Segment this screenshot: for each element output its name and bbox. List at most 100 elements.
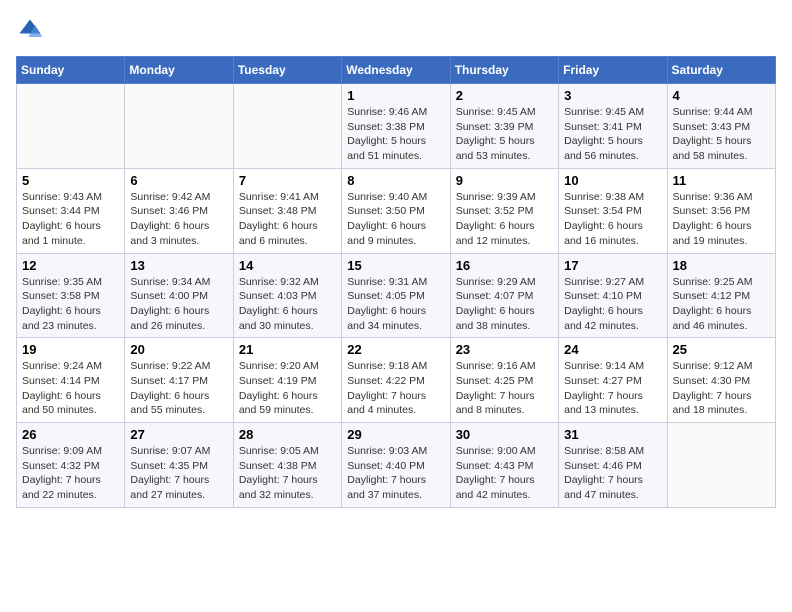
day-number: 18 [673,258,770,273]
day-number: 11 [673,173,770,188]
day-number: 7 [239,173,336,188]
day-info: Sunrise: 9:27 AM Sunset: 4:10 PM Dayligh… [564,275,661,334]
calendar-cell: 4 Sunrise: 9:44 AM Sunset: 3:43 PM Daylig… [667,84,775,169]
weekday-header-saturday: Saturday [667,57,775,84]
day-info: Sunrise: 9:44 AM Sunset: 3:43 PM Dayligh… [673,105,770,164]
calendar-cell: 19 Sunrise: 9:24 AM Sunset: 4:14 PM Dayli… [17,338,125,423]
day-number: 16 [456,258,553,273]
calendar-cell: 29 Sunrise: 9:03 AM Sunset: 4:40 PM Dayli… [342,423,450,508]
calendar-cell: 26 Sunrise: 9:09 AM Sunset: 4:32 PM Dayli… [17,423,125,508]
day-number: 29 [347,427,444,442]
day-number: 24 [564,342,661,357]
day-info: Sunrise: 9:45 AM Sunset: 3:39 PM Dayligh… [456,105,553,164]
calendar-cell: 22 Sunrise: 9:18 AM Sunset: 4:22 PM Dayli… [342,338,450,423]
calendar-cell: 18 Sunrise: 9:25 AM Sunset: 4:12 PM Dayli… [667,253,775,338]
day-info: Sunrise: 9:32 AM Sunset: 4:03 PM Dayligh… [239,275,336,334]
calendar-cell: 30 Sunrise: 9:00 AM Sunset: 4:43 PM Dayli… [450,423,558,508]
calendar-cell: 16 Sunrise: 9:29 AM Sunset: 4:07 PM Dayli… [450,253,558,338]
calendar-cell: 5Sunrise: 9:43 AM Sunset: 3:44 PM Daylig… [17,168,125,253]
calendar-cell: 3 Sunrise: 9:45 AM Sunset: 3:41 PM Daylig… [559,84,667,169]
calendar-cell: 1Sunrise: 9:46 AM Sunset: 3:38 PM Daylig… [342,84,450,169]
day-number: 6 [130,173,227,188]
day-number: 13 [130,258,227,273]
logo-icon [16,16,44,44]
day-number: 20 [130,342,227,357]
calendar-cell: 6 Sunrise: 9:42 AM Sunset: 3:46 PM Daylig… [125,168,233,253]
week-row-2: 5Sunrise: 9:43 AM Sunset: 3:44 PM Daylig… [17,168,776,253]
calendar-cell: 27Sunrise: 9:07 AM Sunset: 4:35 PM Dayli… [125,423,233,508]
day-info: Sunrise: 9:20 AM Sunset: 4:19 PM Dayligh… [239,359,336,418]
day-info: Sunrise: 9:05 AM Sunset: 4:38 PM Dayligh… [239,444,336,503]
calendar-table: SundayMondayTuesdayWednesdayThursdayFrid… [16,56,776,508]
calendar-cell [125,84,233,169]
day-number: 15 [347,258,444,273]
calendar-cell: 8 Sunrise: 9:40 AM Sunset: 3:50 PM Daylig… [342,168,450,253]
calendar-cell: 24 Sunrise: 9:14 AM Sunset: 4:27 PM Dayli… [559,338,667,423]
day-number: 3 [564,88,661,103]
day-number: 31 [564,427,661,442]
weekday-header-monday: Monday [125,57,233,84]
week-row-3: 12Sunrise: 9:35 AM Sunset: 3:58 PM Dayli… [17,253,776,338]
day-info: Sunrise: 9:03 AM Sunset: 4:40 PM Dayligh… [347,444,444,503]
calendar-cell [233,84,341,169]
calendar-cell: 20 Sunrise: 9:22 AM Sunset: 4:17 PM Dayli… [125,338,233,423]
day-number: 5 [22,173,119,188]
day-info: Sunrise: 9:25 AM Sunset: 4:12 PM Dayligh… [673,275,770,334]
calendar-cell: 7 Sunrise: 9:41 AM Sunset: 3:48 PM Daylig… [233,168,341,253]
day-info: Sunrise: 9:14 AM Sunset: 4:27 PM Dayligh… [564,359,661,418]
day-info: Sunrise: 9:00 AM Sunset: 4:43 PM Dayligh… [456,444,553,503]
calendar-cell: 28 Sunrise: 9:05 AM Sunset: 4:38 PM Dayli… [233,423,341,508]
calendar-cell [667,423,775,508]
calendar-cell: 15 Sunrise: 9:31 AM Sunset: 4:05 PM Dayli… [342,253,450,338]
day-number: 19 [22,342,119,357]
day-number: 17 [564,258,661,273]
day-info: Sunrise: 9:40 AM Sunset: 3:50 PM Dayligh… [347,190,444,249]
calendar-cell: 14 Sunrise: 9:32 AM Sunset: 4:03 PM Dayli… [233,253,341,338]
week-row-4: 19 Sunrise: 9:24 AM Sunset: 4:14 PM Dayli… [17,338,776,423]
day-info: Sunrise: 9:29 AM Sunset: 4:07 PM Dayligh… [456,275,553,334]
day-number: 8 [347,173,444,188]
day-info: Sunrise: 9:34 AM Sunset: 4:00 PM Dayligh… [130,275,227,334]
day-number: 22 [347,342,444,357]
weekday-header-row: SundayMondayTuesdayWednesdayThursdayFrid… [17,57,776,84]
day-info: Sunrise: 9:42 AM Sunset: 3:46 PM Dayligh… [130,190,227,249]
week-row-1: 1Sunrise: 9:46 AM Sunset: 3:38 PM Daylig… [17,84,776,169]
day-info: Sunrise: 9:41 AM Sunset: 3:48 PM Dayligh… [239,190,336,249]
day-number: 26 [22,427,119,442]
logo [16,16,48,44]
weekday-header-friday: Friday [559,57,667,84]
day-number: 4 [673,88,770,103]
day-info: Sunrise: 9:22 AM Sunset: 4:17 PM Dayligh… [130,359,227,418]
day-number: 21 [239,342,336,357]
day-info: Sunrise: 9:36 AM Sunset: 3:56 PM Dayligh… [673,190,770,249]
day-number: 30 [456,427,553,442]
day-info: Sunrise: 9:24 AM Sunset: 4:14 PM Dayligh… [22,359,119,418]
weekday-header-wednesday: Wednesday [342,57,450,84]
week-row-5: 26 Sunrise: 9:09 AM Sunset: 4:32 PM Dayli… [17,423,776,508]
calendar-cell: 10Sunrise: 9:38 AM Sunset: 3:54 PM Dayli… [559,168,667,253]
day-number: 12 [22,258,119,273]
calendar-cell: 23Sunrise: 9:16 AM Sunset: 4:25 PM Dayli… [450,338,558,423]
day-number: 23 [456,342,553,357]
weekday-header-tuesday: Tuesday [233,57,341,84]
day-info: Sunrise: 9:31 AM Sunset: 4:05 PM Dayligh… [347,275,444,334]
day-number: 28 [239,427,336,442]
day-number: 9 [456,173,553,188]
calendar-cell: 2Sunrise: 9:45 AM Sunset: 3:39 PM Daylig… [450,84,558,169]
day-info: Sunrise: 8:58 AM Sunset: 4:46 PM Dayligh… [564,444,661,503]
day-number: 1 [347,88,444,103]
calendar-cell: 9 Sunrise: 9:39 AM Sunset: 3:52 PM Daylig… [450,168,558,253]
day-info: Sunrise: 9:07 AM Sunset: 4:35 PM Dayligh… [130,444,227,503]
day-number: 14 [239,258,336,273]
calendar-cell [17,84,125,169]
day-info: Sunrise: 9:09 AM Sunset: 4:32 PM Dayligh… [22,444,119,503]
day-info: Sunrise: 9:18 AM Sunset: 4:22 PM Dayligh… [347,359,444,418]
calendar-cell: 25Sunrise: 9:12 AM Sunset: 4:30 PM Dayli… [667,338,775,423]
day-info: Sunrise: 9:39 AM Sunset: 3:52 PM Dayligh… [456,190,553,249]
calendar-cell: 13 Sunrise: 9:34 AM Sunset: 4:00 PM Dayli… [125,253,233,338]
day-info: Sunrise: 9:38 AM Sunset: 3:54 PM Dayligh… [564,190,661,249]
day-info: Sunrise: 9:45 AM Sunset: 3:41 PM Dayligh… [564,105,661,164]
day-info: Sunrise: 9:12 AM Sunset: 4:30 PM Dayligh… [673,359,770,418]
weekday-header-thursday: Thursday [450,57,558,84]
calendar-cell: 12Sunrise: 9:35 AM Sunset: 3:58 PM Dayli… [17,253,125,338]
